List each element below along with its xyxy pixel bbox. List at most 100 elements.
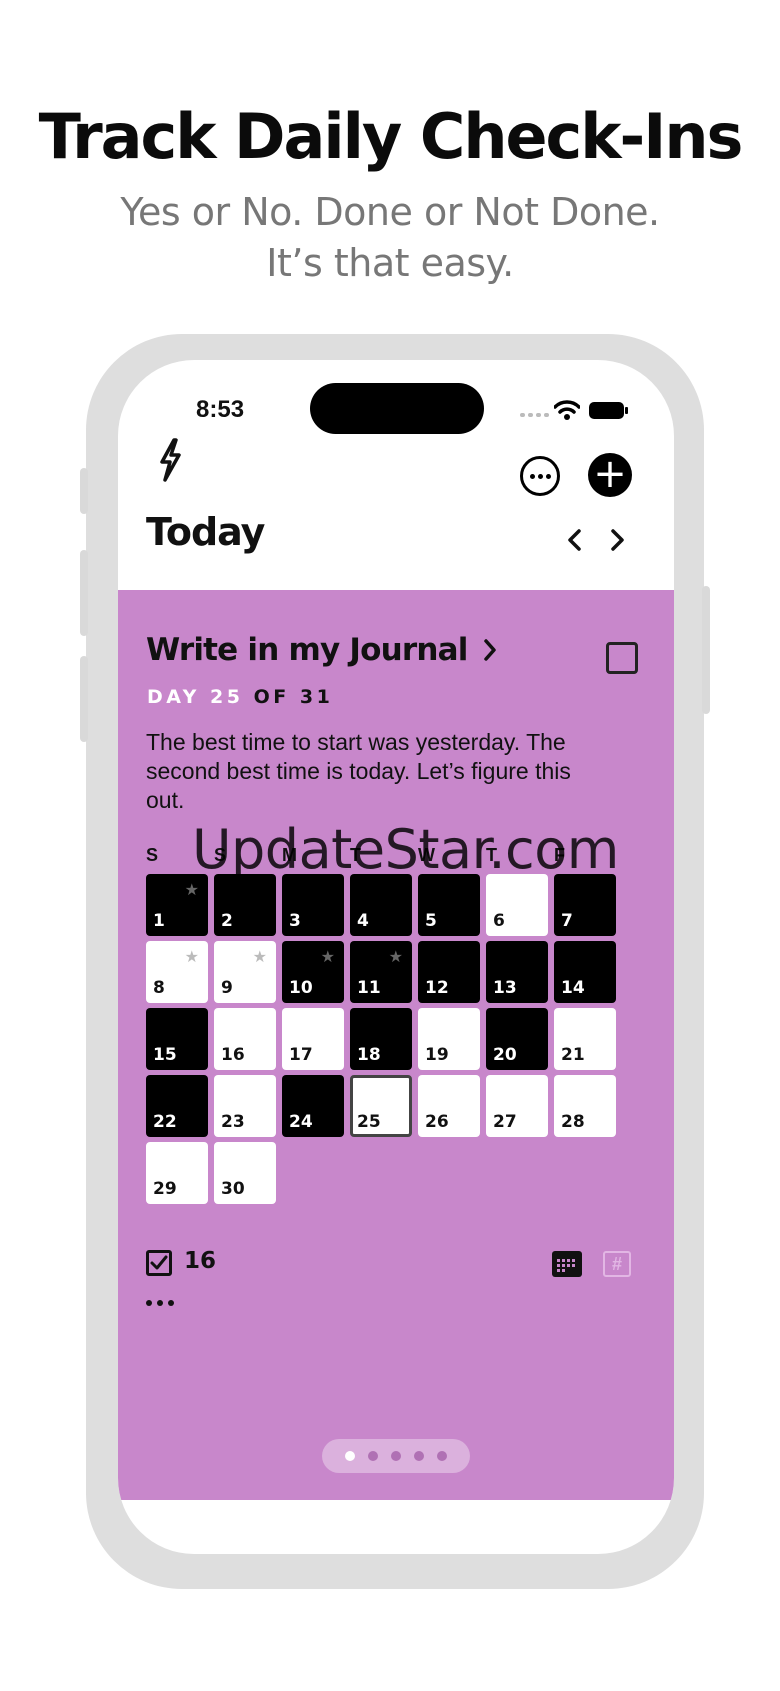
calendar-day-4[interactable]: 4 [350, 874, 412, 936]
calendar-day-2[interactable]: 2 [214, 874, 276, 936]
weekday-label: S [214, 845, 227, 865]
day-number: 24 [289, 1112, 313, 1132]
day-number: 20 [493, 1045, 517, 1065]
weekday-label: F [554, 845, 565, 865]
page-dot[interactable] [368, 1451, 378, 1461]
page-dot[interactable] [391, 1451, 401, 1461]
weekday-label: S [146, 845, 159, 865]
day-number: 1 [153, 911, 165, 931]
day-number: 15 [153, 1045, 177, 1065]
page-dot[interactable] [437, 1451, 447, 1461]
phone-screen: 8:53 + Today Write in my Journal DAY 25 [118, 360, 674, 1554]
calendar-day-8[interactable]: 8 ★ [146, 941, 208, 1003]
calendar-day-16[interactable]: 16 [214, 1008, 276, 1070]
more-dot [545, 473, 551, 479]
page-title: Today [146, 510, 265, 554]
calendar-day-10[interactable]: 10 ★ [282, 941, 344, 1003]
calendar-day-26[interactable]: 26 [418, 1075, 480, 1137]
dynamic-island [310, 383, 484, 434]
calendar-day-22[interactable]: 22 [146, 1075, 208, 1137]
battery-icon [589, 402, 624, 419]
day-number: 18 [357, 1045, 381, 1065]
calendar-day-11[interactable]: 11 ★ [350, 941, 412, 1003]
chevron-right-icon [483, 639, 496, 661]
calendar-day-17[interactable]: 17 [282, 1008, 344, 1070]
page-dot[interactable] [414, 1451, 424, 1461]
checkmark-icon [150, 1255, 168, 1270]
chevron-right-icon[interactable] [607, 528, 627, 552]
cellular-signal-icon [520, 413, 549, 417]
calendar-day-15[interactable]: 15 [146, 1008, 208, 1070]
status-time: 8:53 [196, 396, 245, 423]
calendar-day-20[interactable]: 20 [486, 1008, 548, 1070]
weekday-label: T [486, 845, 497, 865]
weekday-label: T [350, 845, 361, 865]
day-number: 30 [221, 1179, 245, 1199]
day-number: 11 [357, 978, 381, 998]
phone-power-button [702, 586, 710, 714]
calendar-day-29[interactable]: 29 [146, 1142, 208, 1204]
day-number: 25 [357, 1112, 381, 1132]
weekday-label: W [418, 845, 435, 865]
phone-volume-up-button [80, 550, 88, 636]
day-total: 31 [299, 686, 334, 708]
day-progress: DAY 25 OF 31 [147, 686, 333, 708]
number-view-icon[interactable]: # [603, 1251, 631, 1277]
calendar-day-19[interactable]: 19 [418, 1008, 480, 1070]
star-icon: ★ [252, 947, 267, 966]
calendar-day-12[interactable]: 12 [418, 941, 480, 1003]
calendar-day-14[interactable]: 14 [554, 941, 616, 1003]
calendar-day-24[interactable]: 24 [282, 1075, 344, 1137]
page-dot[interactable] [345, 1451, 355, 1461]
more-dot [537, 473, 543, 479]
habit-description: The best time to start was yesterday. Th… [146, 729, 571, 813]
calendar-day-27[interactable]: 27 [486, 1075, 548, 1137]
promo-headline: Track Daily Check-Ins [38, 100, 744, 173]
star-icon: ★ [184, 880, 199, 899]
day-of: OF [253, 686, 290, 708]
calendar-view-icon[interactable] [552, 1251, 582, 1277]
day-number: 29 [153, 1179, 177, 1199]
day-number: 28 [561, 1112, 585, 1132]
calendar-day-9[interactable]: 9 ★ [214, 941, 276, 1003]
calendar-day-1[interactable]: 1 ★ [146, 874, 208, 936]
calendar-day-13[interactable]: 13 [486, 941, 548, 1003]
calendar-day-30[interactable]: 30 [214, 1142, 276, 1204]
more-ellipsis-icon[interactable] [146, 1300, 174, 1306]
day-number: 26 [425, 1112, 449, 1132]
day-number: 12 [425, 978, 449, 998]
calendar-day-23[interactable]: 23 [214, 1075, 276, 1137]
calendar-day-3[interactable]: 3 [282, 874, 344, 936]
calendar-grid-icon [557, 1259, 575, 1272]
star-icon: ★ [320, 947, 335, 966]
day-label: DAY [147, 686, 200, 708]
day-number: 10 [289, 978, 313, 998]
calendar-day-18[interactable]: 18 [350, 1008, 412, 1070]
day-number: 9 [221, 978, 233, 998]
day-number: 8 [153, 978, 165, 998]
battery-tip [625, 407, 628, 414]
calendar-day-28[interactable]: 28 [554, 1075, 616, 1137]
chevron-left-icon[interactable] [565, 528, 585, 552]
page-indicator[interactable] [322, 1439, 470, 1473]
more-dot [529, 473, 535, 479]
lightning-bolt-icon[interactable] [156, 438, 184, 482]
calendar-day-7[interactable]: 7 [554, 874, 616, 936]
star-icon: ★ [388, 947, 403, 966]
add-habit-button[interactable]: + [588, 453, 632, 497]
calendar-day-5[interactable]: 5 [418, 874, 480, 936]
calendar-day-25[interactable]: 25 [350, 1075, 412, 1137]
star-icon: ★ [184, 947, 199, 966]
habit-title-link[interactable]: Write in my Journal [146, 632, 498, 668]
habit-checkbox[interactable] [606, 642, 638, 674]
calendar-day-6[interactable]: 6 [486, 874, 548, 936]
day-current: 25 [210, 686, 244, 708]
day-number: 14 [561, 978, 585, 998]
calendar-day-21[interactable]: 21 [554, 1008, 616, 1070]
day-number: 4 [357, 911, 369, 931]
day-number: 23 [221, 1112, 245, 1132]
more-options-button[interactable] [520, 456, 560, 496]
wifi-icon [554, 400, 580, 420]
day-number: 2 [221, 911, 233, 931]
day-number: 6 [493, 911, 505, 931]
